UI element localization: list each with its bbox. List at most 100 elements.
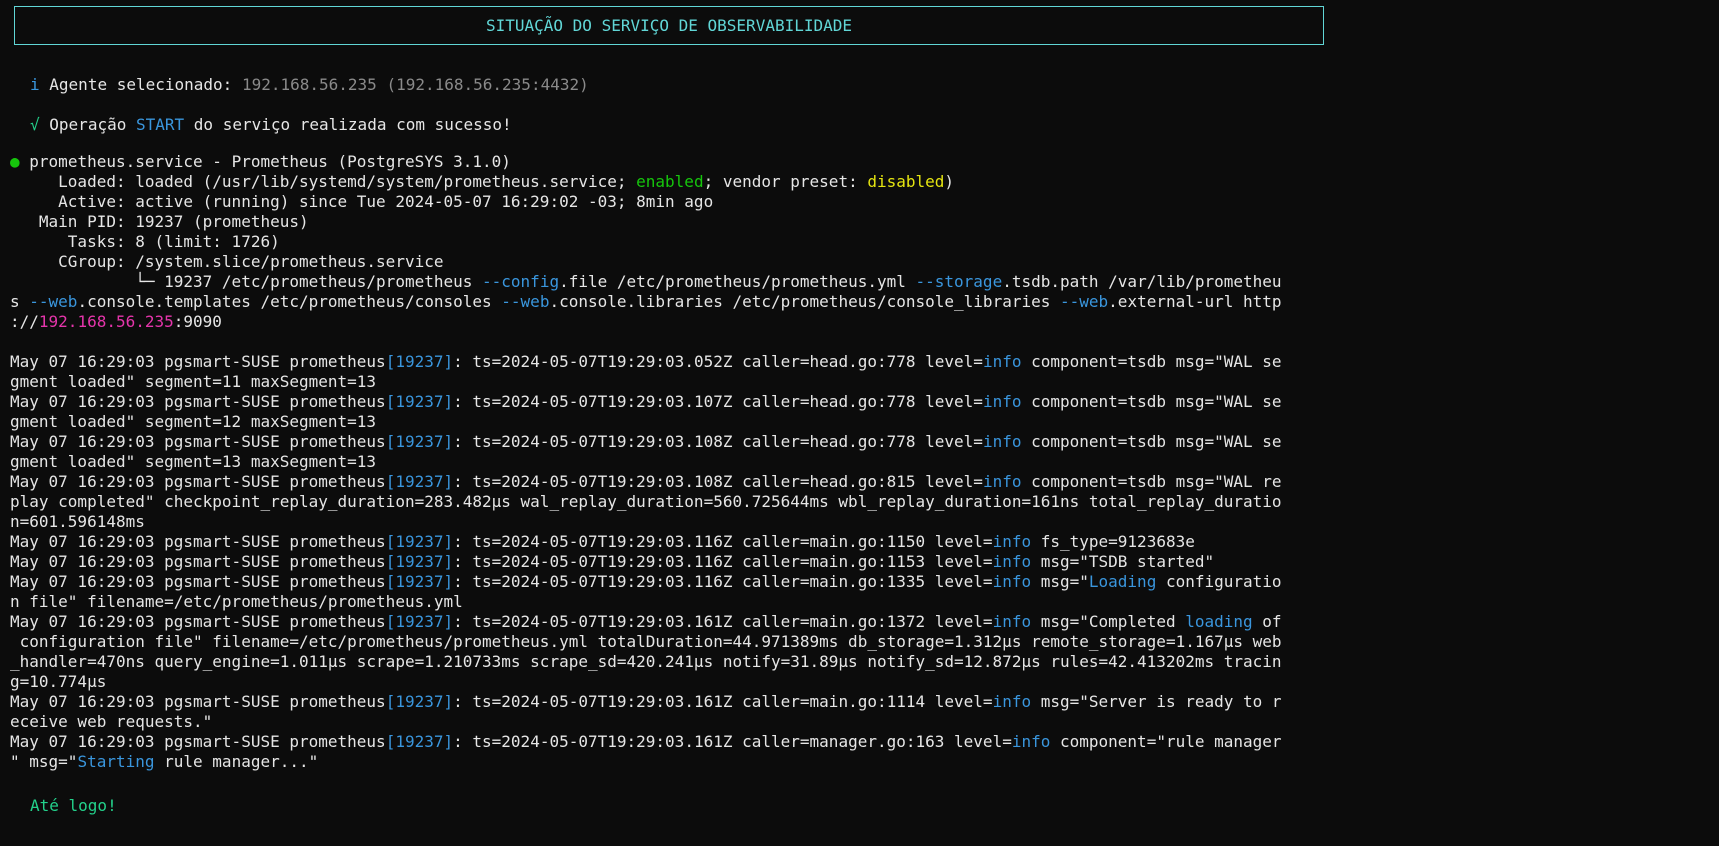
log-pid: [19237] — [385, 732, 454, 751]
log-pid: [19237] — [385, 552, 454, 571]
log-prefix: May 07 16:29:03 pgsmart-SUSE prometheus — [10, 732, 386, 751]
cmd1-a: └─ 19237 /etc/prometheus/prometheus — [10, 272, 483, 291]
log-line-cont: g=10.774µs — [10, 672, 107, 691]
log-pid: [19237] — [385, 612, 454, 631]
cmd2-c: .console.templates /etc/prometheus/conso… — [77, 292, 502, 311]
log-pid: [19237] — [385, 692, 454, 711]
log-pid: [19237] — [385, 392, 454, 411]
log-line: May 07 16:29:03 pgsmart-SUSE prometheus[… — [10, 352, 1282, 372]
cmd2-a: s — [10, 292, 30, 311]
banner-title: SITUAÇÃO DO SERVIÇO DE OBSERVABILIDADE — [485, 16, 853, 35]
log-line-cont: _handler=470ns query_engine=1.011µs scra… — [10, 652, 1282, 671]
cmd3-port: :9090 — [173, 312, 222, 331]
log-line: May 07 16:29:03 pgsmart-SUSE prometheus[… — [10, 392, 1282, 412]
log-prefix: May 07 16:29:03 pgsmart-SUSE prometheus — [10, 472, 386, 491]
disabled-label: disabled — [867, 172, 945, 191]
cmd2-flag-web-3: --web — [1060, 292, 1109, 311]
success-prefix: Operação — [49, 115, 127, 134]
operation-name: START — [135, 115, 185, 134]
log-pid: [19237] — [385, 572, 454, 591]
log-line-cont: configuration file" filename=/etc/promet… — [10, 632, 1282, 651]
info-icon: i — [30, 75, 40, 94]
log-text: : ts=2024-05-07T19:29:03.108Z caller=hea… — [453, 432, 983, 451]
log-line: May 07 16:29:03 pgsmart-SUSE prometheus[… — [10, 612, 1282, 632]
cmd2-flag-web-1: --web — [29, 292, 78, 311]
selected-agent-line: i Agente selecionado: 192.168.56.235 (19… — [30, 75, 589, 95]
log-text: msg="Completed — [1031, 612, 1186, 631]
log-level: info — [992, 532, 1032, 551]
log-prefix: May 07 16:29:03 pgsmart-SUSE prometheus — [10, 692, 386, 711]
loaded-pre: Loaded: loaded (/usr/lib/systemd/system/… — [10, 172, 637, 191]
loaded-line: Loaded: loaded (/usr/lib/systemd/system/… — [10, 172, 954, 192]
log-text: of — [1252, 612, 1282, 631]
log-line-cont: n file" filename=/etc/prometheus/prometh… — [10, 592, 463, 611]
log-keyword: Starting — [77, 752, 155, 771]
log-level: info — [982, 392, 1022, 411]
log-text: : ts=2024-05-07T19:29:03.052Z caller=hea… — [453, 352, 983, 371]
log-text: component=tsdb msg="WAL se — [1021, 392, 1282, 411]
command-line-1: └─ 19237 /etc/prometheus/prometheus --co… — [10, 272, 1282, 292]
log-text: msg=" — [1031, 572, 1089, 591]
log-level: info — [992, 612, 1032, 631]
log-prefix: May 07 16:29:03 pgsmart-SUSE prometheus — [10, 352, 386, 371]
log-line: May 07 16:29:03 pgsmart-SUSE prometheus[… — [10, 552, 1214, 572]
cmd1-c: .file /etc/prometheus/prometheus.yml — [559, 272, 916, 291]
cmd1-flag-storage: --storage — [915, 272, 1003, 291]
check-icon: √ — [30, 115, 40, 134]
log-level: info — [1011, 732, 1051, 751]
enabled-label: enabled — [636, 172, 704, 191]
log-line-cont: gment loaded" segment=13 maxSegment=13 — [10, 452, 377, 471]
log-prefix: May 07 16:29:03 pgsmart-SUSE prometheus — [10, 572, 386, 591]
agent-value: 192.168.56.235 (192.168.56.235:4432) — [241, 75, 589, 94]
log-line-cont: n=601.596148ms — [10, 512, 145, 531]
active-line: Active: active (running) since Tue 2024-… — [10, 192, 714, 211]
log-text: component="rule manager — [1050, 732, 1282, 751]
log-text: rule manager..." — [154, 752, 319, 771]
cmd1-e: .tsdb.path /var/lib/promethеu — [1002, 272, 1282, 291]
log-line-cont: gment loaded" segment=11 maxSegment=13 — [10, 372, 377, 391]
terminal-window[interactable]: SITUAÇÃO DO SERVIÇO DE OBSERVABILIDADE i… — [0, 0, 1719, 846]
log-text: : ts=2024-05-07T19:29:03.116Z caller=mai… — [453, 572, 993, 591]
service-status-banner: SITUAÇÃO DO SERVIÇO DE OBSERVABILIDADE — [14, 6, 1324, 45]
log-text: : ts=2024-05-07T19:29:03.161Z caller=man… — [453, 732, 1012, 751]
cmd3-a: :// — [10, 312, 39, 331]
log-text: fs_type=9123683e — [1031, 532, 1195, 551]
log-keyword: loading — [1185, 612, 1253, 631]
log-line: May 07 16:29:03 pgsmart-SUSE prometheus[… — [10, 532, 1195, 552]
cmd2-flag-web-2: --web — [501, 292, 550, 311]
log-level: info — [992, 552, 1032, 571]
log-pid: [19237] — [385, 472, 454, 491]
log-text: component=tsdb msg="WAL se — [1021, 352, 1282, 371]
log-text: component=tsdb msg="WAL re — [1021, 472, 1282, 491]
log-text: : ts=2024-05-07T19:29:03.161Z caller=mai… — [453, 612, 993, 631]
log-line-cont: play completed" checkpoint_replay_durati… — [10, 492, 1282, 511]
log-text: component=tsdb msg="WAL se — [1021, 432, 1282, 451]
log-text: : ts=2024-05-07T19:29:03.116Z caller=mai… — [453, 532, 993, 551]
main-pid-line: Main PID: 19237 (prometheus) — [10, 212, 309, 231]
log-line: May 07 16:29:03 pgsmart-SUSE prometheus[… — [10, 732, 1282, 752]
log-text: " msg=" — [10, 752, 78, 771]
cmd3-ip: 192.168.56.235 — [38, 312, 174, 331]
log-text: configuratio — [1156, 572, 1282, 591]
log-level: info — [982, 472, 1022, 491]
cmd1-flag-config: --config — [482, 272, 560, 291]
command-line-2: s --web.console.templates /etc/prometheu… — [10, 292, 1282, 312]
tasks-line: Tasks: 8 (limit: 1726) — [10, 232, 280, 251]
cmd2-g: .external-url http — [1108, 292, 1282, 311]
goodbye-message: Até logo! — [30, 796, 117, 815]
command-line-3: ://192.168.56.235:9090 — [10, 312, 222, 332]
log-line-cont: eceive web requests." — [10, 712, 213, 731]
cmd2-e: .console.libraries /etc/prometheus/conso… — [549, 292, 1060, 311]
log-text: : ts=2024-05-07T19:29:03.108Z caller=hea… — [453, 472, 983, 491]
log-text: msg="Server is ready to r — [1031, 692, 1282, 711]
log-line: May 07 16:29:03 pgsmart-SUSE prometheus[… — [10, 692, 1282, 712]
log-text: : ts=2024-05-07T19:29:03.107Z caller=hea… — [453, 392, 983, 411]
cgroup-line: CGroup: /system.slice/prometheus.service — [10, 252, 444, 271]
service-header-line: ● prometheus.service - Prometheus (Postg… — [10, 152, 511, 172]
loaded-post: ) — [944, 172, 955, 191]
log-prefix: May 07 16:29:03 pgsmart-SUSE prometheus — [10, 552, 386, 571]
operation-success-line: √ Operação START do serviço realizada co… — [30, 115, 512, 135]
log-line-cont: gment loaded" segment=12 maxSegment=13 — [10, 412, 377, 431]
log-keyword: Loading — [1088, 572, 1157, 591]
log-level: info — [982, 352, 1022, 371]
